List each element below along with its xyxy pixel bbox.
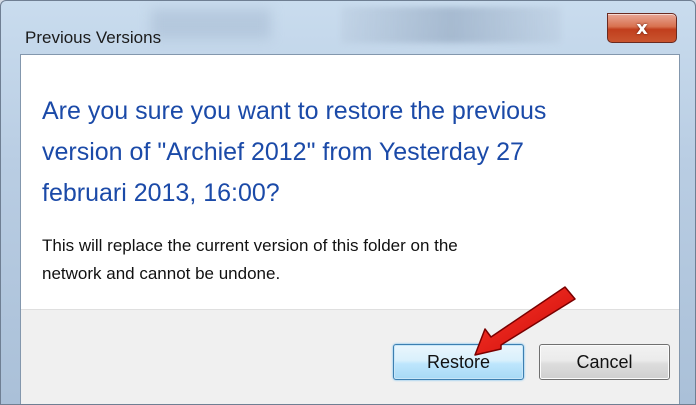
window-title: Previous Versions [25,28,162,47]
titlebar[interactable]: Previous Versions x [1,1,695,51]
main-instruction: Are you sure you want to restore the pre… [42,97,547,207]
close-icon: x [636,17,648,39]
dialog-content: Are you sure you want to restore the pre… [20,54,680,404]
description-text: This will replace the current version of… [42,236,458,283]
restore-button[interactable]: Restore [393,344,524,380]
previous-versions-dialog: Previous Versions x Are you sure you wan… [0,0,696,405]
close-button[interactable]: x [607,13,677,43]
button-bar: Restore Cancel [21,309,679,404]
cancel-button[interactable]: Cancel [539,344,670,380]
